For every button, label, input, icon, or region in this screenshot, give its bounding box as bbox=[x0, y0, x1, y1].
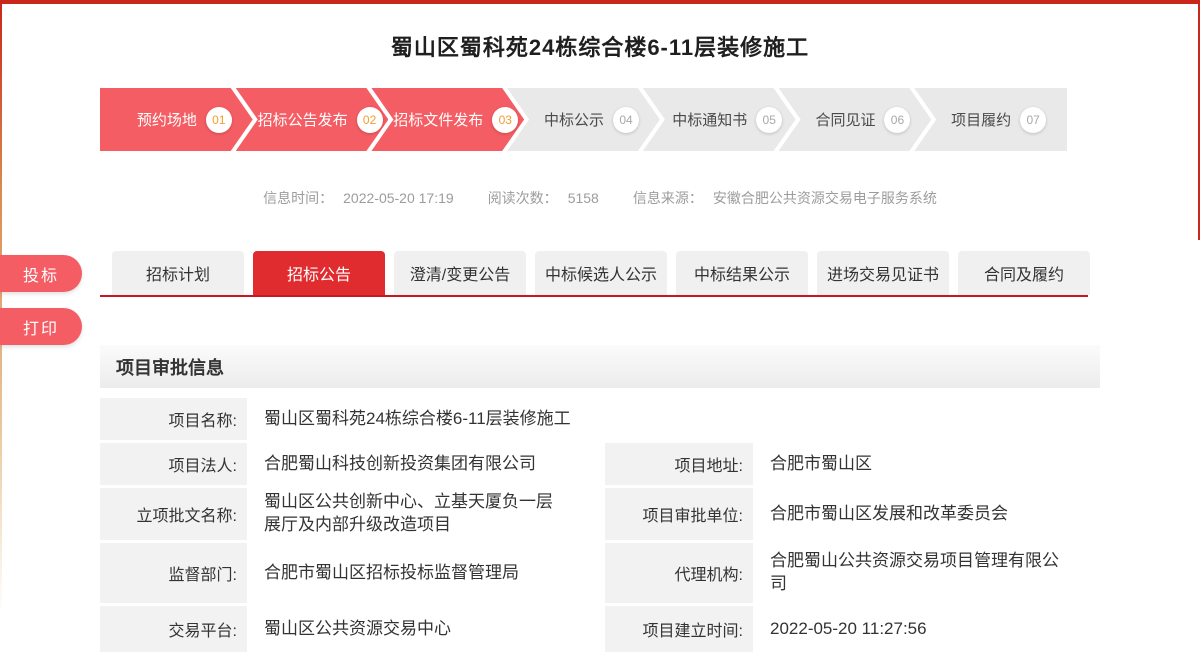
table-value-approval-unit: 合肥市蜀山区发展和改革委员会 bbox=[756, 488, 1103, 540]
table-value-platform: 蜀山区公共资源交易中心 bbox=[250, 606, 602, 652]
step-label: 项目履约 bbox=[951, 109, 1011, 130]
table-value-supervision: 合肥市蜀山区招标投标监督管理局 bbox=[250, 543, 602, 603]
table-value-address: 合肥市蜀山区 bbox=[756, 443, 1103, 485]
step-tender-documents[interactable]: 招标文件发布 03 bbox=[371, 88, 524, 151]
step-project-performance[interactable]: 项目履约 07 bbox=[914, 88, 1067, 151]
table-value-legal-person: 合肥蜀山科技创新投资集团有限公司 bbox=[250, 443, 602, 485]
step-number-badge: 01 bbox=[206, 107, 232, 133]
info-time-label: 信息时间： bbox=[263, 188, 333, 208]
step-tender-announcement[interactable]: 招标公告发布 02 bbox=[236, 88, 389, 151]
table-label-address: 项目地址: bbox=[605, 443, 753, 485]
table-value-agency: 合肥蜀山公共资源交易项目管理有限公司 bbox=[756, 543, 1103, 603]
step-contract-witness[interactable]: 合同见证 06 bbox=[779, 88, 932, 151]
step-label: 招标公告发布 bbox=[258, 109, 348, 130]
step-number-badge: 07 bbox=[1020, 107, 1046, 133]
step-winner-publicity[interactable]: 中标公示 04 bbox=[507, 88, 660, 151]
table-value-project-name: 蜀山区蜀科苑24栋综合楼6-11层装修施工 bbox=[250, 398, 1103, 440]
table-value-create-time: 2022-05-20 11:27:56 bbox=[756, 606, 1103, 652]
tab-underline bbox=[100, 295, 1088, 297]
section-title: 项目审批信息 bbox=[116, 354, 224, 380]
step-label: 中标通知书 bbox=[672, 109, 747, 130]
info-source-value: 安徽合肥公共资源交易电子服务系统 bbox=[713, 188, 937, 208]
step-number-badge: 06 bbox=[884, 107, 910, 133]
table-value-approval-doc: 蜀山区公共创新中心、立基天厦负一层展厅及内部升级改造项目 bbox=[250, 488, 602, 540]
table-label-approval-unit: 项目审批单位: bbox=[605, 488, 753, 540]
step-label: 合同见证 bbox=[815, 109, 875, 130]
info-views-label: 阅读次数： bbox=[488, 188, 558, 208]
table-label-agency: 代理机构: bbox=[605, 543, 753, 603]
tab-entry-certificate[interactable]: 进场交易见证书 bbox=[817, 251, 949, 295]
table-label-approval-doc: 立项批文名称: bbox=[100, 488, 247, 540]
step-label: 预约场地 bbox=[137, 109, 197, 130]
info-source-label: 信息来源： bbox=[633, 188, 703, 208]
step-reserve-venue[interactable]: 预约场地 01 bbox=[100, 88, 253, 151]
tab-result-publicity[interactable]: 中标结果公示 bbox=[676, 251, 808, 295]
progress-steps: 预约场地 01 招标公告发布 02 招标文件发布 03 中标公示 04 中标通知… bbox=[100, 88, 1067, 151]
table-label-create-time: 项目建立时间: bbox=[605, 606, 753, 652]
table-label-legal-person: 项目法人: bbox=[100, 443, 247, 485]
tab-candidate-publicity[interactable]: 中标候选人公示 bbox=[535, 251, 667, 295]
project-approval-table: 项目名称: 蜀山区蜀科苑24栋综合楼6-11层装修施工 项目法人: 合肥蜀山科技… bbox=[100, 398, 1100, 652]
step-number-badge: 03 bbox=[492, 107, 518, 133]
step-label: 招标文件发布 bbox=[393, 109, 483, 130]
page-title: 蜀山区蜀科苑24栋综合楼6-11层装修施工 bbox=[0, 30, 1200, 62]
step-label: 中标公示 bbox=[544, 109, 604, 130]
page-top-red-bar bbox=[0, 0, 1200, 4]
tab-clarification[interactable]: 澄清/变更公告 bbox=[394, 251, 526, 295]
table-label-platform: 交易平台: bbox=[100, 606, 247, 652]
tab-bar: 招标计划 招标公告 澄清/变更公告 中标候选人公示 中标结果公示 进场交易见证书… bbox=[112, 251, 1090, 295]
step-number-badge: 05 bbox=[756, 107, 782, 133]
tab-tender-plan[interactable]: 招标计划 bbox=[112, 251, 244, 295]
section-header-project-approval: 项目审批信息 bbox=[100, 345, 1100, 388]
step-award-notice[interactable]: 中标通知书 05 bbox=[643, 88, 796, 151]
tab-contract-performance[interactable]: 合同及履约 bbox=[958, 251, 1090, 295]
step-number-badge: 02 bbox=[357, 107, 383, 133]
info-time-value: 2022-05-20 17:19 bbox=[343, 190, 454, 206]
print-button[interactable]: 打印 bbox=[0, 308, 82, 345]
bid-button[interactable]: 投标 bbox=[0, 255, 82, 292]
table-label-supervision: 监督部门: bbox=[100, 543, 247, 603]
table-label-project-name: 项目名称: bbox=[100, 398, 247, 440]
step-number-badge: 04 bbox=[613, 107, 639, 133]
info-meta-line: 信息时间： 2022-05-20 17:19 阅读次数： 5158 信息来源： … bbox=[100, 188, 1100, 208]
info-views-value: 5158 bbox=[568, 190, 599, 206]
tab-tender-announcement[interactable]: 招标公告 bbox=[253, 251, 385, 295]
